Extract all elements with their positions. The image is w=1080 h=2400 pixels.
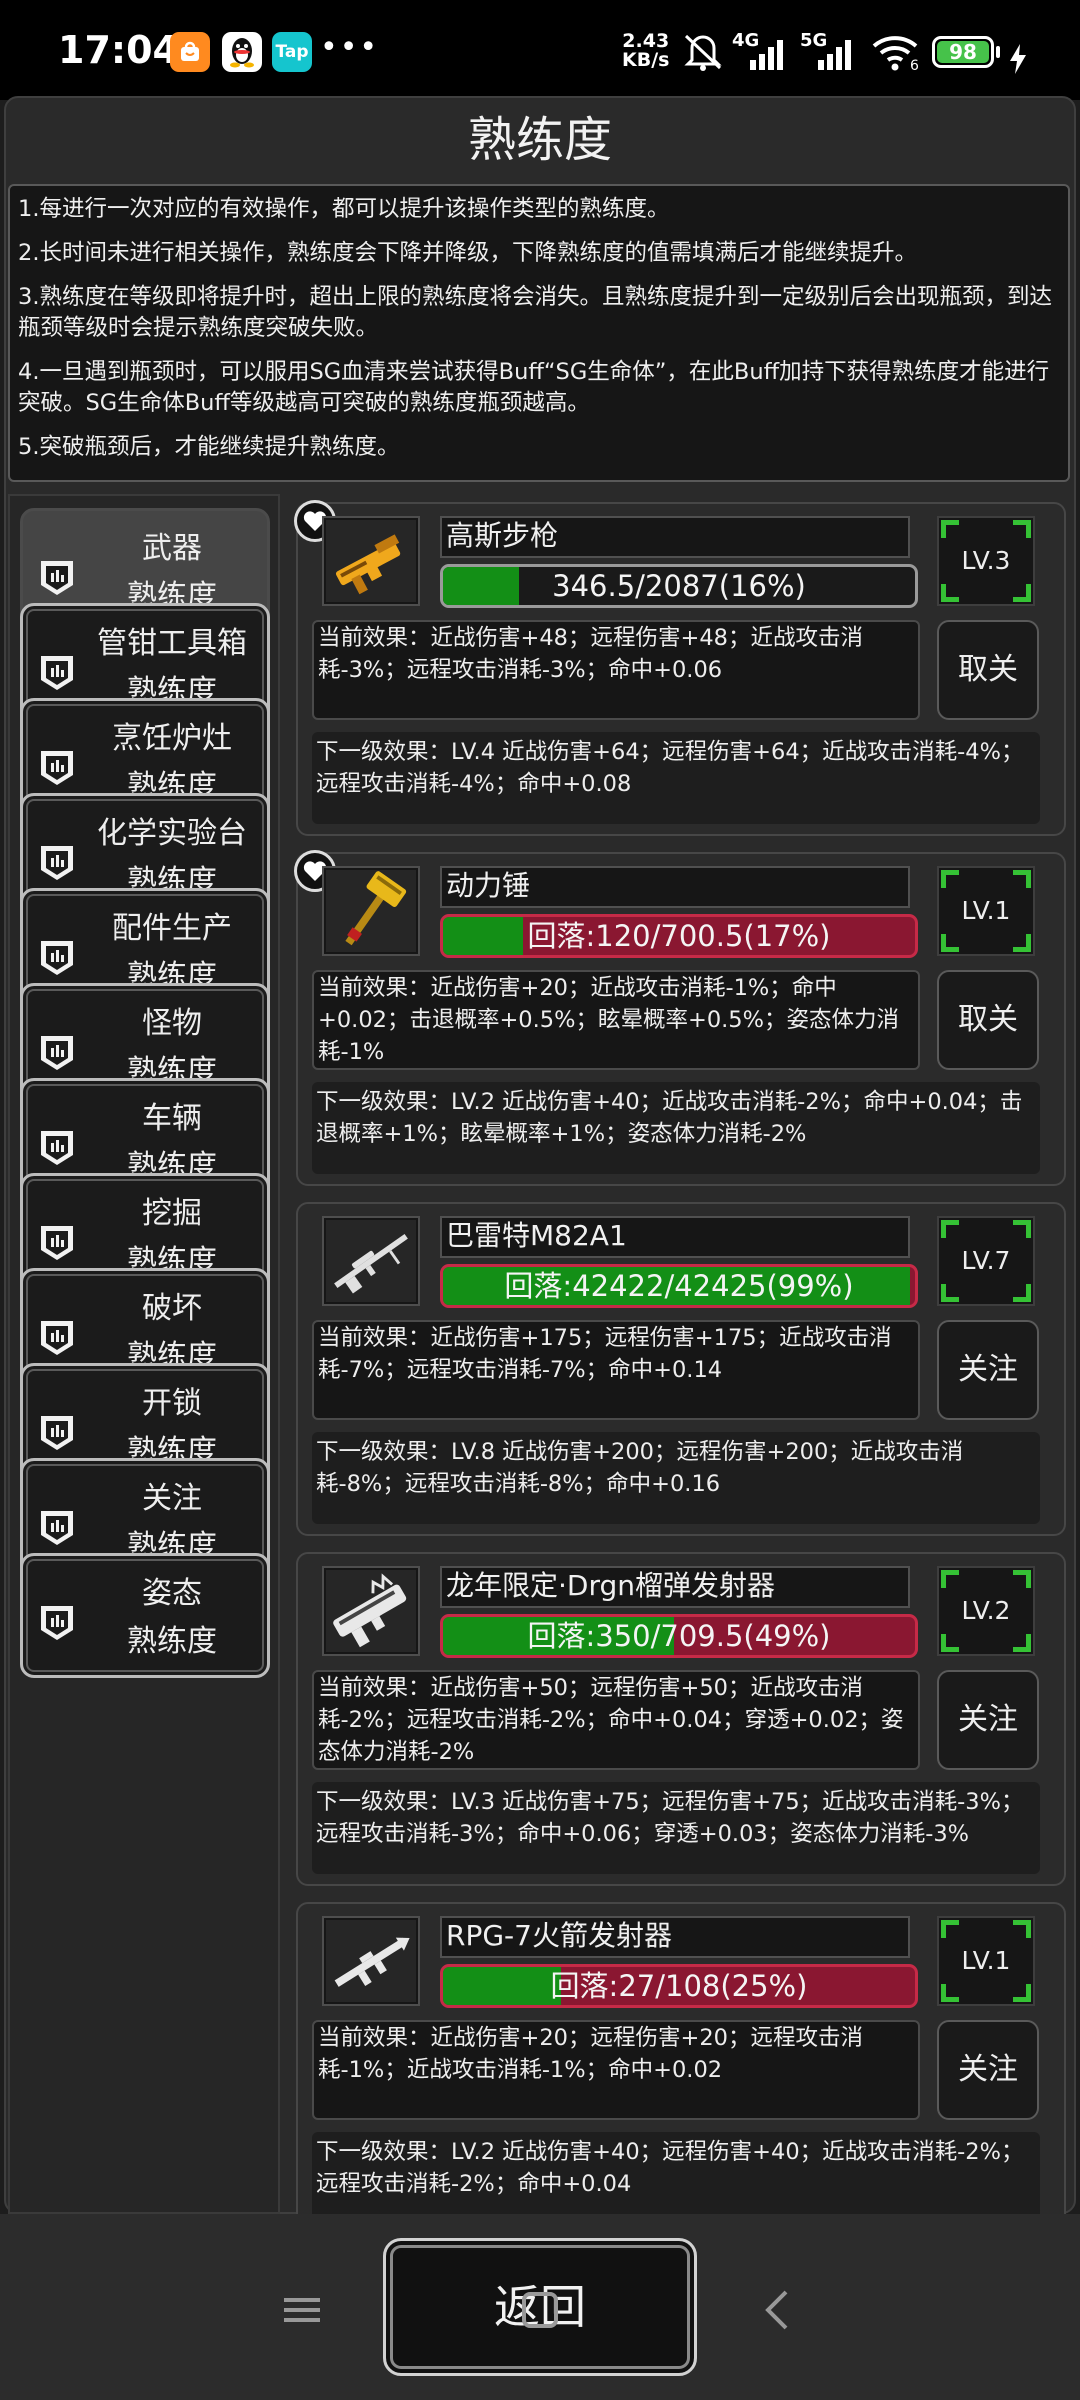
note-2: 2.长时间未进行相关操作，熟练度会下降并降级，下降熟练度的值需填满后才能继续提升… [18, 240, 917, 266]
proficiency-progress-bar: 回落:350/709.5(49%) [440, 1614, 918, 1658]
weapon-card: 高斯步枪 346.5/2087(16%) LV.3 当前效果：近战伤害+48；远… [294, 500, 1066, 836]
next-level-effect: 下一级效果：LV.3 近战伤害+75；远程伤害+75；近战攻击消耗-3%；远程攻… [312, 1782, 1040, 1874]
medal-badge-icon [41, 1321, 73, 1355]
unfollow-button[interactable]: 取关 [937, 620, 1039, 720]
medal-badge-icon [41, 1606, 73, 1640]
follow-button[interactable]: 关注 [937, 1670, 1039, 1770]
weapon-card: RPG-7火箭发射器 回落:27/108(25%) LV.1 当前效果：近战伤害… [296, 1902, 1066, 2214]
home-icon[interactable] [510, 2280, 570, 2340]
follow-button[interactable]: 关注 [937, 2020, 1039, 2120]
category-sidebar[interactable]: 武器 熟练度 管钳工具箱 熟练度 烹饪炉灶 熟练度 化学实验台 熟练度 配件生产… [8, 494, 280, 2214]
proficiency-progress-bar: 346.5/2087(16%) [440, 564, 918, 608]
proficiency-progress-bar: 回落:120/700.5(17%) [440, 914, 918, 958]
proficiency-progress-bar: 回落:42422/42425(99%) [440, 1264, 918, 1308]
note-5: 5.突破瓶颈后，才能继续提升熟练度。 [18, 434, 400, 460]
medal-badge-icon [41, 561, 73, 595]
medal-badge-icon [41, 846, 73, 880]
current-effect: 当前效果：近战伤害+48；远程伤害+48；近战攻击消耗-3%；远程攻击消耗-3%… [312, 620, 920, 720]
follow-button[interactable]: 关注 [937, 1320, 1039, 1420]
current-effect: 当前效果：近战伤害+20；近战攻击消耗-1%；命中+0.02；击退概率+0.5%… [312, 970, 920, 1070]
medal-badge-icon [41, 941, 73, 975]
rules-notes: 1.每进行一次对应的有效操作，都可以提升该操作类型的熟练度。 2.长时间未进行相… [8, 184, 1070, 482]
medal-badge-icon [41, 656, 73, 690]
more-notifications-icon: ••• [320, 30, 380, 65]
current-effect: 当前效果：近战伤害+50；远程伤害+50；近战攻击消耗-2%；远程攻击消耗-2%… [312, 1670, 920, 1770]
medal-badge-icon [41, 1416, 73, 1450]
next-level-effect: 下一级效果：LV.2 近战伤害+40；远程伤害+40；近战攻击消耗-2%；远程攻… [312, 2132, 1040, 2214]
proficiency-progress-text: 回落:27/108(25%) [550, 1969, 808, 2003]
back-arrow-icon[interactable] [748, 2280, 808, 2340]
weapon-name: 巴雷特M82A1 [440, 1216, 910, 1258]
medal-badge-icon [41, 1226, 73, 1260]
rpg-launcher-icon [322, 1916, 420, 2006]
network-speed: 2.43 KB/s [622, 30, 670, 71]
power-hammer-icon [322, 866, 420, 956]
level-badge: LV.3 [937, 516, 1035, 606]
medal-badge-icon [41, 1036, 73, 1070]
weapon-name: RPG-7火箭发射器 [440, 1916, 910, 1958]
level-badge: LV.1 [937, 1916, 1035, 2006]
weapon-name: 龙年限定·Drgn榴弹发射器 [440, 1566, 910, 1608]
category-label: 姿态 熟练度 [127, 1576, 217, 1659]
next-level-effect: 下一级效果：LV.4 近战伤害+64；远程伤害+64；近战攻击消耗-4%；远程攻… [312, 732, 1040, 824]
next-level-effect: 下一级效果：LV.8 近战伤害+200；远程伤害+200；近战攻击消耗-8%；远… [312, 1432, 1040, 1524]
dragon-launcher-icon [322, 1566, 420, 1656]
medal-badge-icon [41, 1131, 73, 1165]
level-badge: LV.2 [937, 1566, 1035, 1656]
wifi-icon: 6 [872, 36, 919, 72]
charging-icon [1010, 44, 1026, 74]
unfollow-button[interactable]: 取关 [937, 970, 1039, 1070]
medal-badge-icon [41, 1511, 73, 1545]
status-bar: 17:04 Tap ••• 2.43 KB/s 4G 5G 6 98 [0, 0, 1080, 100]
proficiency-progress-text: 回落:350/709.5(49%) [527, 1619, 831, 1653]
sniper-rifle-icon [322, 1216, 420, 1306]
level-badge: LV.1 [937, 866, 1035, 956]
note-3: 3.熟练度在等级即将提升时，超出上限的熟练度将会消失。且熟练度提升到一定级别后会… [18, 284, 1052, 341]
proficiency-progress-text: 回落:120/700.5(17%) [527, 919, 831, 953]
proficiency-progress-text: 回落:42422/42425(99%) [504, 1269, 854, 1303]
weapon-card: 巴雷特M82A1 回落:42422/42425(99%) LV.7 当前效果：近… [296, 1202, 1066, 1536]
proficiency-progress-bar: 回落:27/108(25%) [440, 1964, 918, 2008]
weapon-name: 动力锤 [440, 866, 910, 908]
current-effect: 当前效果：近战伤害+20；远程伤害+20；远程攻击消耗-1%；近战攻击消耗-1%… [312, 2020, 920, 2120]
next-level-effect: 下一级效果：LV.2 近战伤害+40；近战攻击消耗-2%；命中+0.04；击退概… [312, 1082, 1040, 1174]
taptap-icon: Tap [272, 32, 312, 72]
gauss-rifle-icon [322, 516, 420, 606]
note-4: 4.一旦遇到瓶颈时，可以服用SG血清来尝试获得Buff“SG生命体”，在此Buf… [18, 359, 1050, 416]
menu-icon[interactable] [272, 2280, 332, 2340]
proficiency-progress-text: 346.5/2087(16%) [552, 569, 806, 603]
signal-icon-2 [818, 40, 851, 70]
weapon-proficiency-list[interactable]: 高斯步枪 346.5/2087(16%) LV.3 当前效果：近战伤害+48；远… [292, 494, 1072, 2214]
battery-icon: 98 [932, 36, 994, 68]
qq-icon [222, 32, 262, 72]
signal-icon-1 [750, 40, 783, 70]
note-1: 1.每进行一次对应的有效操作，都可以提升该操作类型的熟练度。 [18, 196, 670, 222]
category-tab-11[interactable]: 姿态 熟练度 [20, 1553, 270, 1678]
weapon-card: 动力锤 回落:120/700.5(17%) LV.1 当前效果：近战伤害+20；… [294, 850, 1066, 1186]
medal-badge-icon [41, 751, 73, 785]
level-badge: LV.7 [937, 1216, 1035, 1306]
mute-icon [684, 34, 722, 71]
current-effect: 当前效果：近战伤害+175；远程伤害+175；近战攻击消耗-7%；远程攻击消耗-… [312, 1320, 920, 1420]
page-title: 熟练度 [467, 112, 612, 168]
status-time: 17:04 [58, 28, 179, 72]
svg-text:6: 6 [910, 58, 919, 72]
weapon-name: 高斯步枪 [440, 516, 910, 558]
mi-store-icon [170, 32, 210, 72]
weapon-card: 龙年限定·Drgn榴弹发射器 回落:350/709.5(49%) LV.2 当前… [296, 1552, 1066, 1886]
